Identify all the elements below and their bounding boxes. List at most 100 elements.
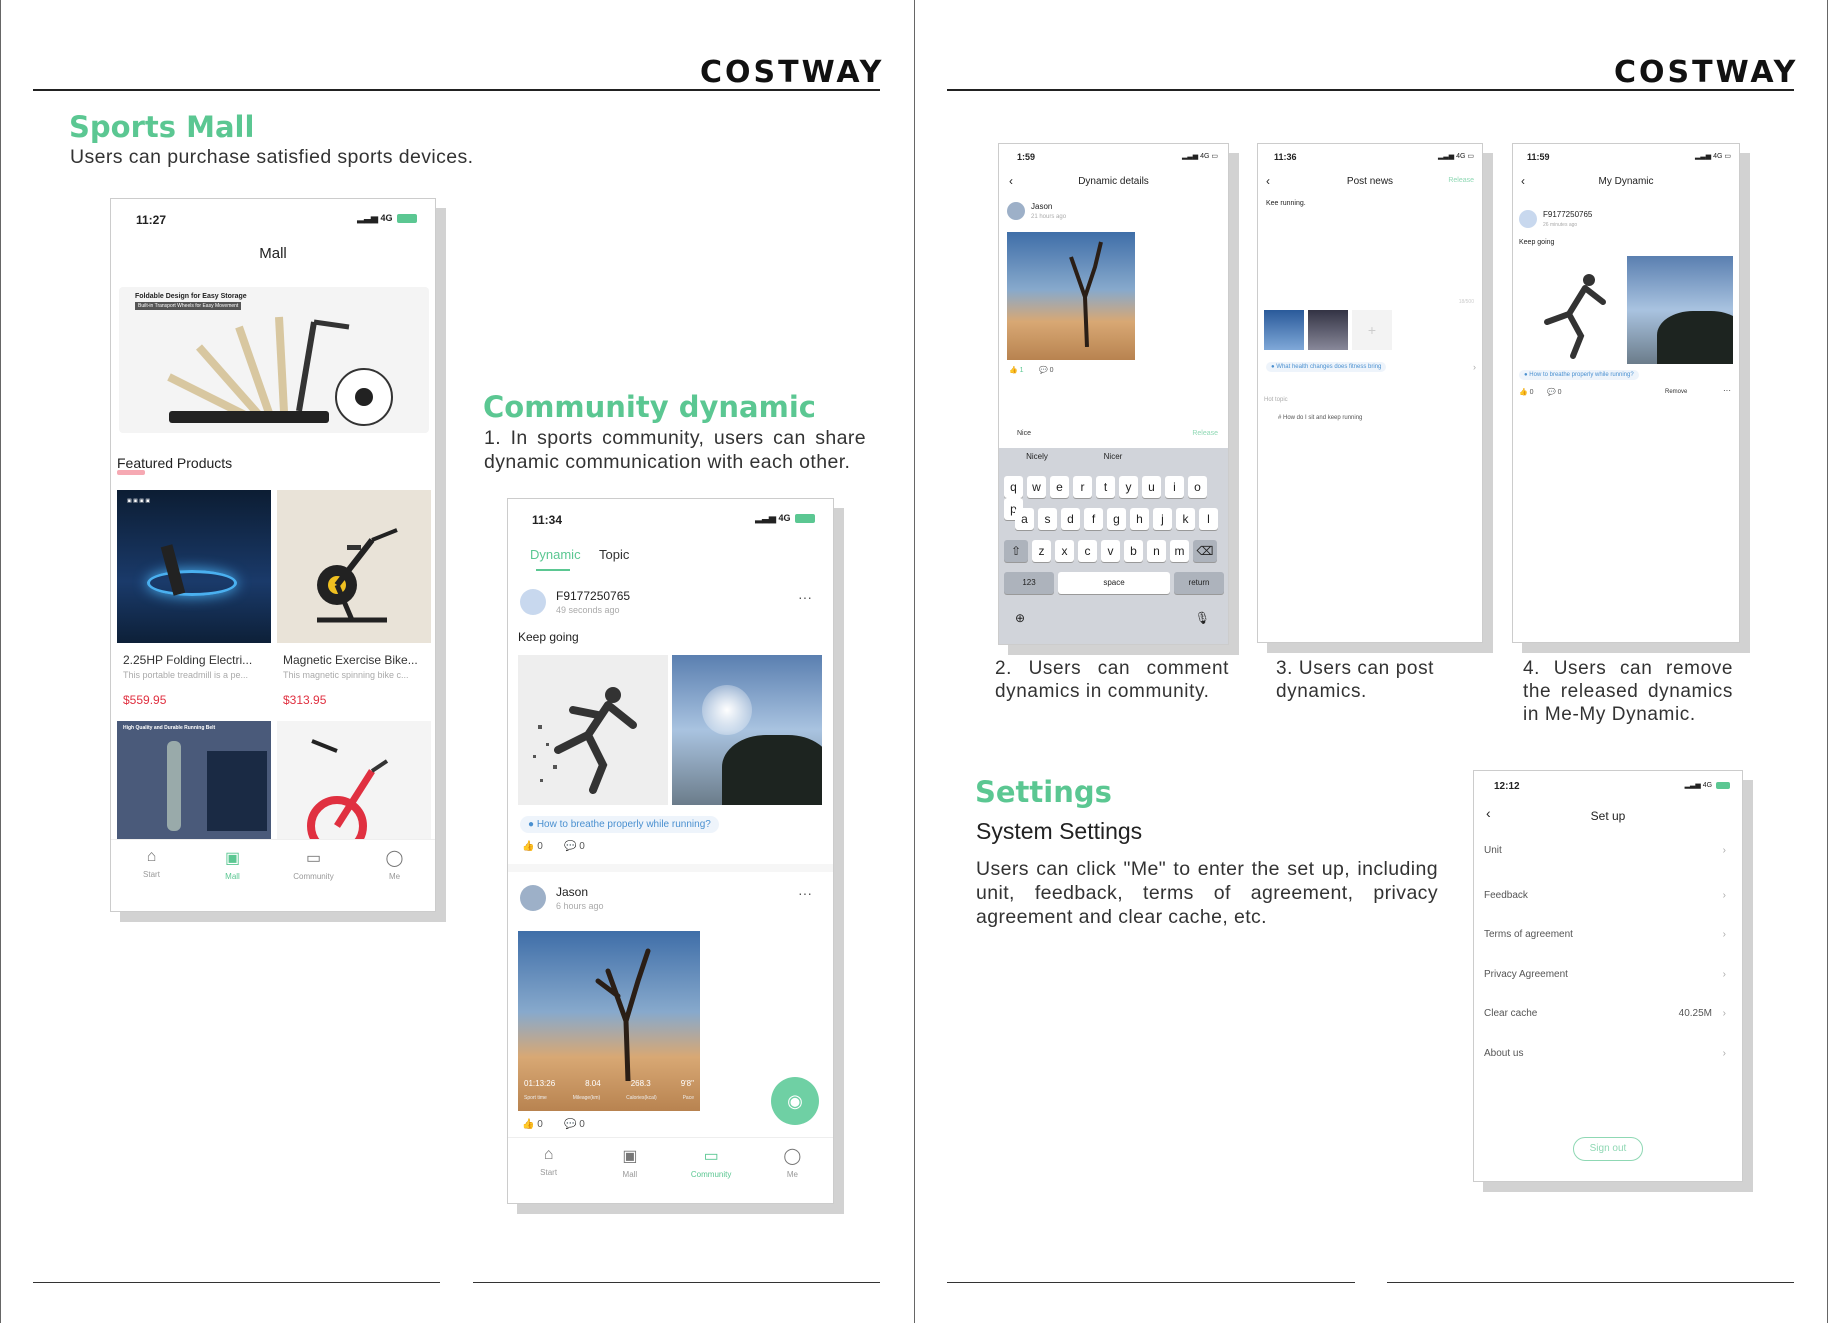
like-button[interactable]: 👍 0 bbox=[1519, 388, 1534, 396]
avatar[interactable] bbox=[520, 589, 546, 615]
product-card[interactable]: ▣ ▣ ▣ ▣ 2.25HP Folding Electri... This p… bbox=[117, 490, 271, 716]
like-button[interactable]: 👍 1 bbox=[1009, 366, 1024, 374]
keyboard-key[interactable]: z bbox=[1032, 540, 1051, 562]
comment-input[interactable]: Nice bbox=[1017, 430, 1031, 437]
keyboard-key[interactable]: o bbox=[1188, 476, 1207, 498]
workout-photo[interactable]: 01:13:26 8.04 268.3 9'8" Sport time Mile… bbox=[518, 931, 700, 1111]
tab-topic[interactable]: Topic bbox=[599, 547, 629, 562]
keyboard-key[interactable]: x bbox=[1055, 540, 1074, 562]
comment-button[interactable]: 💬 0 bbox=[1039, 366, 1054, 374]
tab-start[interactable]: ⌂ Start bbox=[508, 1138, 589, 1203]
keyboard-key[interactable]: y bbox=[1119, 476, 1138, 498]
avatar[interactable] bbox=[520, 885, 546, 911]
tab-start[interactable]: ⌂ Start bbox=[111, 840, 192, 911]
post-image-runner[interactable] bbox=[518, 655, 668, 805]
setting-row-feedback[interactable]: Feedback › bbox=[1484, 890, 1732, 901]
release-button[interactable]: Release bbox=[1192, 430, 1218, 437]
keyboard-key[interactable]: u bbox=[1142, 476, 1161, 498]
avatar[interactable] bbox=[1519, 210, 1537, 228]
comment-button[interactable]: 💬 0 bbox=[564, 1119, 585, 1130]
keyboard-key[interactable]: s bbox=[1038, 508, 1057, 530]
sign-out-button[interactable]: Sign out bbox=[1573, 1137, 1643, 1161]
suggestion[interactable]: Nicer bbox=[1075, 452, 1151, 461]
screen-title: My Dynamic bbox=[1598, 176, 1654, 187]
return-key[interactable]: return bbox=[1174, 572, 1224, 594]
upload-thumb[interactable] bbox=[1264, 310, 1304, 350]
topic-tag[interactable]: ● How to breathe properly while running? bbox=[1519, 370, 1639, 380]
post-username[interactable]: F9177250765 bbox=[556, 589, 630, 603]
workout-photo[interactable] bbox=[1007, 232, 1135, 360]
hot-topic-item[interactable]: # How do I sit and keep running bbox=[1278, 415, 1362, 421]
topic-tag[interactable]: ● What health changes does fitness bring bbox=[1266, 362, 1387, 372]
more-icon[interactable]: ··· bbox=[798, 885, 812, 901]
post-username[interactable]: Jason bbox=[1031, 202, 1052, 211]
mall-banner[interactable]: Foldable Design for Easy Storage Built-i… bbox=[119, 287, 429, 433]
keyboard-key[interactable]: v bbox=[1101, 540, 1120, 562]
microphone-icon[interactable]: 🎙 bbox=[1195, 611, 1210, 625]
tab-me[interactable]: ◯ Me bbox=[354, 840, 435, 911]
more-icon[interactable]: ··· bbox=[798, 589, 812, 605]
keyboard-key[interactable]: g bbox=[1107, 508, 1126, 530]
like-button[interactable]: 👍 0 bbox=[522, 1119, 543, 1130]
tab-dynamic[interactable]: Dynamic bbox=[530, 547, 581, 562]
keyboard-key[interactable]: k bbox=[1176, 508, 1195, 530]
keyboard-key[interactable]: h bbox=[1130, 508, 1149, 530]
post-text-input[interactable]: Kee running. bbox=[1266, 200, 1306, 207]
tab-mall[interactable]: ▣ Mall bbox=[589, 1138, 670, 1203]
keyboard-key[interactable]: m bbox=[1170, 540, 1189, 562]
comment-button[interactable]: 💬 0 bbox=[1547, 388, 1562, 396]
keyboard-key[interactable]: i bbox=[1165, 476, 1184, 498]
more-icon[interactable]: ··· bbox=[1723, 386, 1731, 395]
setting-row-privacy[interactable]: Privacy Agreement › bbox=[1484, 969, 1732, 980]
keyboard-key[interactable]: w bbox=[1027, 476, 1046, 498]
keyboard-key[interactable]: t bbox=[1096, 476, 1115, 498]
stat-label: Mileage(km) bbox=[572, 1095, 601, 1101]
setting-row-clear-cache[interactable]: Clear cache 40.25M › bbox=[1484, 1008, 1732, 1019]
post-image-sky[interactable] bbox=[672, 655, 822, 805]
post-username[interactable]: F9177250765 bbox=[1543, 210, 1592, 219]
keyboard-key[interactable]: l bbox=[1199, 508, 1218, 530]
status-time: 12:12 bbox=[1494, 781, 1520, 792]
tab-community[interactable]: ▭ Community bbox=[273, 840, 354, 911]
add-photo-button[interactable]: + bbox=[1352, 310, 1392, 350]
keyboard-key[interactable]: a bbox=[1015, 508, 1034, 530]
delete-key[interactable]: ⌫ bbox=[1193, 540, 1217, 562]
tab-community[interactable]: ▭ Community bbox=[671, 1138, 752, 1203]
post-username[interactable]: Jason bbox=[556, 885, 588, 899]
upload-thumb[interactable] bbox=[1308, 310, 1348, 350]
space-key[interactable]: space bbox=[1058, 572, 1170, 594]
keyboard-key[interactable]: b bbox=[1124, 540, 1143, 562]
keyboard-key[interactable]: d bbox=[1061, 508, 1080, 530]
tab-me[interactable]: ◯ Me bbox=[752, 1138, 833, 1203]
keyboard-key[interactable]: f bbox=[1084, 508, 1103, 530]
post-image-runner[interactable] bbox=[1519, 256, 1625, 364]
footer-rule bbox=[473, 1282, 880, 1283]
keyboard-key[interactable]: e bbox=[1050, 476, 1069, 498]
keyboard-key[interactable]: c bbox=[1078, 540, 1097, 562]
product-card[interactable]: Magnetic Exercise Bike... This magnetic … bbox=[277, 490, 431, 716]
keyboard-key[interactable]: n bbox=[1147, 540, 1166, 562]
shift-key[interactable]: ⇧ bbox=[1004, 540, 1028, 562]
setting-row-unit[interactable]: Unit › bbox=[1484, 845, 1732, 856]
numbers-key[interactable]: 123 bbox=[1004, 572, 1054, 594]
keyboard-key[interactable]: q bbox=[1004, 476, 1023, 498]
status-time: 1:59 bbox=[1017, 152, 1036, 162]
product-card[interactable] bbox=[277, 721, 431, 841]
globe-icon[interactable]: ⊕ bbox=[1015, 611, 1025, 625]
release-button[interactable]: Release bbox=[1448, 177, 1474, 184]
like-button[interactable]: 👍 0 bbox=[522, 841, 543, 852]
topic-tag[interactable]: ● How to breathe properly while running? bbox=[520, 816, 719, 833]
setting-row-about[interactable]: About us › bbox=[1484, 1048, 1732, 1059]
setting-row-terms[interactable]: Terms of agreement › bbox=[1484, 929, 1732, 940]
suggestion[interactable]: Nicely bbox=[999, 452, 1075, 461]
comment-button[interactable]: 💬 0 bbox=[564, 841, 585, 852]
chevron-right-icon[interactable]: › bbox=[1473, 362, 1476, 372]
avatar[interactable] bbox=[1007, 202, 1025, 220]
keyboard-key[interactable]: j bbox=[1153, 508, 1172, 530]
tab-mall[interactable]: ▣ Mall bbox=[192, 840, 273, 911]
product-card[interactable]: High Quality and Durable Running Belt bbox=[117, 721, 271, 841]
camera-fab[interactable]: ◉ bbox=[771, 1077, 819, 1125]
keyboard-key[interactable]: r bbox=[1073, 476, 1092, 498]
remove-button[interactable]: Remove bbox=[1665, 389, 1687, 395]
post-image-sky[interactable] bbox=[1627, 256, 1733, 364]
